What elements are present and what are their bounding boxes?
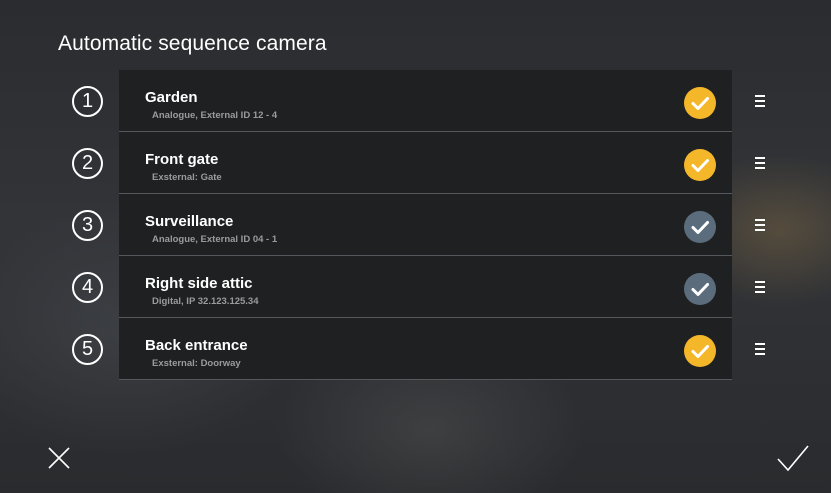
camera-name: Front gate [145,151,219,168]
camera-card-surveillance[interactable]: Surveillance Analogue, External ID 04 - … [119,194,732,256]
check-circle-icon[interactable] [684,87,716,119]
camera-row-2: 2 Front gate Exsternal: Gate [0,132,831,194]
check-circle-icon[interactable] [684,149,716,181]
order-number-badge: 1 [72,86,103,117]
camera-detail: Digital, IP 32.123.125.34 [152,296,259,307]
camera-card-garden[interactable]: Garden Analogue, External ID 12 - 4 [119,70,732,132]
camera-detail: Analogue, External ID 04 - 1 [152,234,278,245]
sequence-camera-screen: Automatic sequence camera 1 Garden Analo… [0,10,831,493]
order-number-badge: 5 [72,334,103,365]
drag-handle-icon[interactable] [752,278,768,296]
confirm-button[interactable] [775,442,811,476]
close-icon [48,447,70,469]
camera-detail: Exsternal: Gate [152,172,222,183]
order-number-badge: 2 [72,148,103,179]
camera-card-back-entrance[interactable]: Back entrance Exsternal: Doorway [119,318,732,380]
drag-handle-icon[interactable] [752,92,768,110]
drag-handle-icon[interactable] [752,340,768,358]
camera-name: Garden [145,89,198,106]
check-circle-icon[interactable] [684,335,716,367]
drag-handle-icon[interactable] [752,216,768,234]
camera-row-4: 4 Right side attic Digital, IP 32.123.12… [0,256,831,318]
camera-name: Surveillance [145,213,234,230]
camera-name: Back entrance [145,337,248,354]
page-title: Automatic sequence camera [58,32,327,55]
check-circle-icon[interactable] [684,273,716,305]
order-number-badge: 4 [72,272,103,303]
camera-detail: Exsternal: Doorway [152,358,241,369]
camera-card-right-side-attic[interactable]: Right side attic Digital, IP 32.123.125.… [119,256,732,318]
camera-row-5: 5 Back entrance Exsternal: Doorway [0,318,831,380]
camera-detail: Analogue, External ID 12 - 4 [152,110,278,121]
camera-name: Right side attic [145,275,253,292]
camera-row-3: 3 Surveillance Analogue, External ID 04 … [0,194,831,256]
camera-card-front-gate[interactable]: Front gate Exsternal: Gate [119,132,732,194]
drag-handle-icon[interactable] [752,154,768,172]
check-circle-icon[interactable] [684,211,716,243]
checkmark-icon [777,445,809,472]
cancel-button[interactable] [44,443,74,473]
order-number-badge: 3 [72,210,103,241]
camera-row-1: 1 Garden Analogue, External ID 12 - 4 [0,70,831,132]
